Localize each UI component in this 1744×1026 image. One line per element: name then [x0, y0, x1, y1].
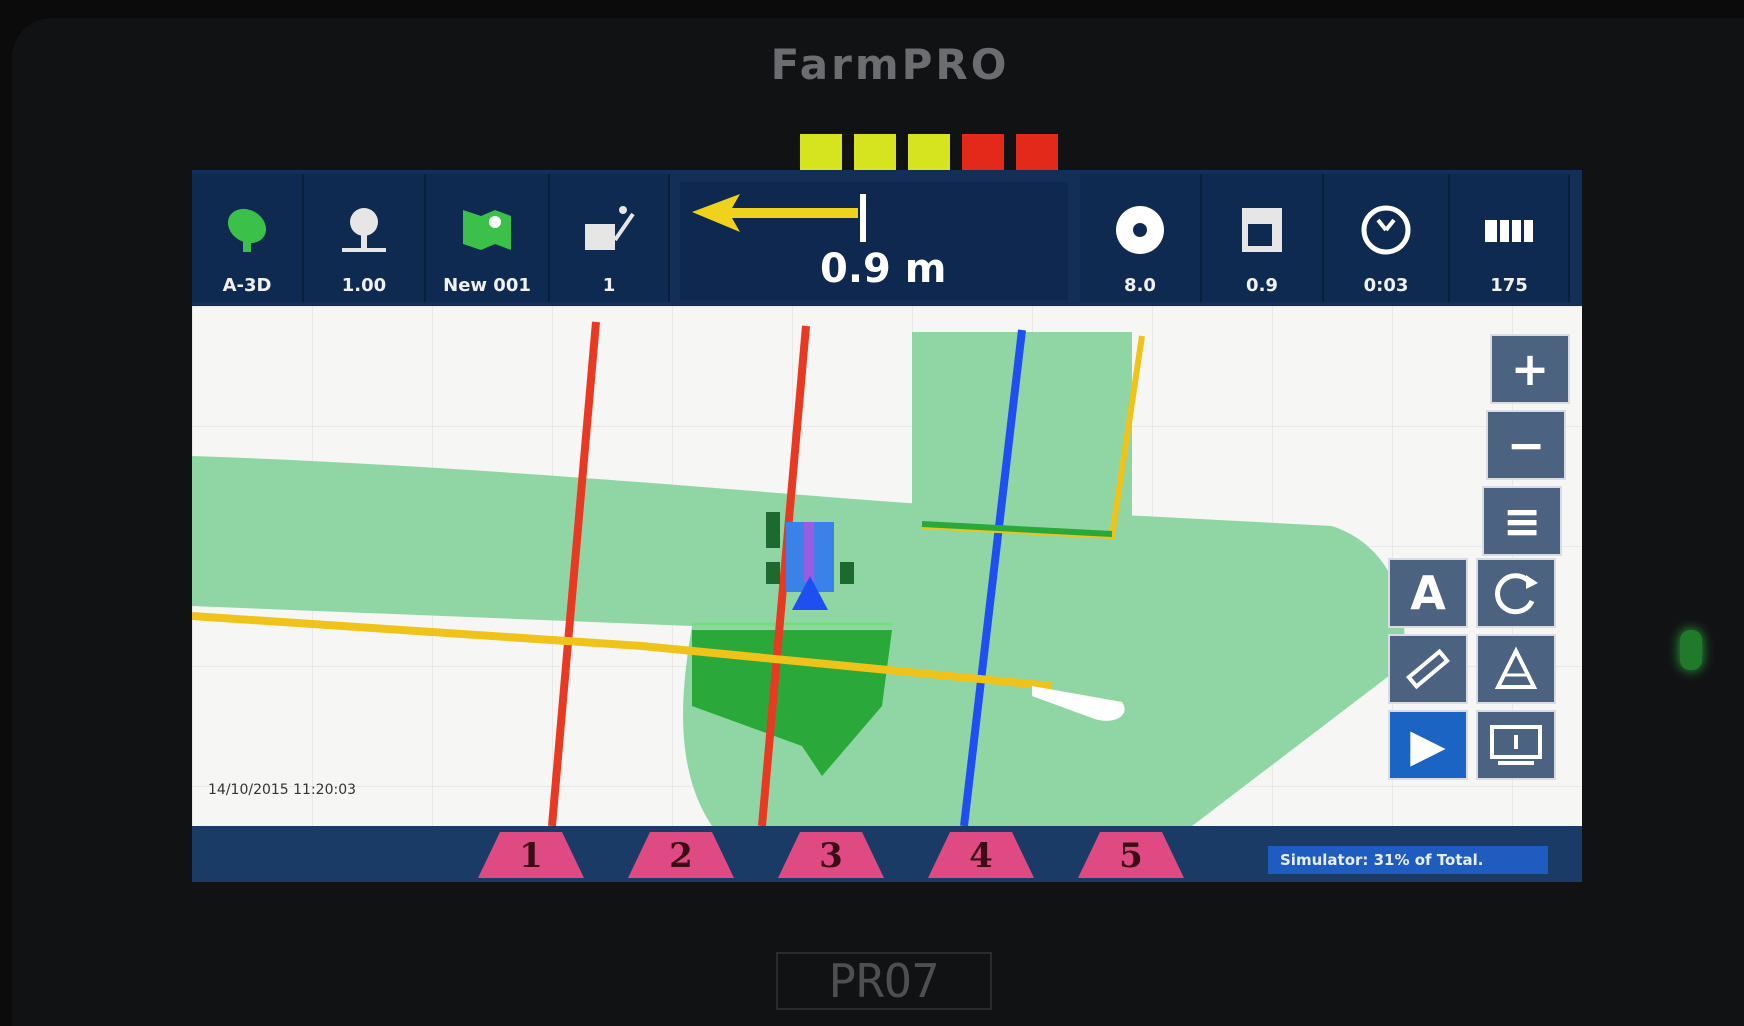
speedometer-icon — [1116, 206, 1164, 254]
timer-icon — [1361, 205, 1411, 255]
section-count-value: 1 — [602, 275, 616, 296]
rotate-icon — [1495, 573, 1538, 615]
status-toolbar: A-3D 1.00 New 001 1 0.9 m 8.0 0.9 0:03 1… — [192, 170, 1582, 306]
section-label: 3 — [819, 836, 843, 876]
row-count-value: 175 — [1490, 275, 1528, 296]
info-panel-button[interactable] — [1476, 710, 1556, 780]
implement-width-value: 1.00 — [341, 275, 387, 296]
zoom-out-button[interactable]: − — [1486, 410, 1566, 480]
section-count-button[interactable]: 1 — [550, 174, 670, 302]
section-label: 2 — [669, 836, 693, 876]
section-label: 1 — [519, 836, 543, 876]
model-label: PRO7 — [776, 952, 992, 1010]
section-control-bar: 1 2 3 4 5 Simulator: 31% of Total. — [192, 826, 1582, 882]
satellite-dish-icon — [227, 208, 267, 252]
speed-button[interactable]: 8.0 — [1080, 174, 1202, 302]
gps-fix-value: A-3D — [222, 275, 272, 296]
auto-steer-button[interactable]: A — [1388, 558, 1468, 628]
timer-value: 0:03 — [1363, 275, 1409, 296]
simulator-status: Simulator: 31% of Total. — [1268, 846, 1548, 874]
zoom-in-button[interactable]: + — [1490, 334, 1570, 404]
implement-sections-icon — [585, 206, 635, 250]
ruler-icon — [1406, 648, 1450, 690]
section-toggle-5[interactable]: 5 — [1076, 830, 1186, 880]
power-led — [1680, 630, 1702, 670]
steer-left-arrow-icon — [692, 194, 866, 242]
guidance-map[interactable]: 14/10/2015 11:20:03 + − ≡ A ▶ — [192, 306, 1582, 826]
section-toggle-2[interactable]: 2 — [626, 830, 736, 880]
perspective-icon — [1494, 646, 1538, 689]
brand-logo: FarmPRO — [770, 40, 1010, 89]
map-timestamp: 14/10/2015 11:20:03 — [208, 782, 357, 798]
crosstrack-indicator: 0.9 m — [680, 182, 1068, 300]
section-label: 5 — [1119, 836, 1143, 876]
timer-button[interactable]: 0:03 — [1324, 174, 1450, 302]
row-counter-button[interactable]: 175 — [1450, 174, 1570, 302]
speed-value: 8.0 — [1124, 275, 1156, 296]
map-canvas — [192, 306, 1582, 826]
section-toggle-4[interactable]: 4 — [926, 830, 1036, 880]
rotate-view-button[interactable] — [1476, 558, 1556, 628]
area-ha-icon — [1242, 208, 1282, 252]
play-button[interactable]: ▶ — [1388, 710, 1468, 780]
area-button[interactable]: 0.9 — [1202, 174, 1324, 302]
width-gauge-icon — [342, 208, 386, 252]
menu-button[interactable]: ≡ — [1482, 486, 1562, 556]
area-value: 0.9 — [1246, 275, 1278, 296]
field-map-icon — [463, 210, 511, 250]
section-toggle-3[interactable]: 3 — [776, 830, 886, 880]
measure-button[interactable] — [1388, 634, 1468, 704]
field-button[interactable]: New 001 — [426, 174, 550, 302]
display-screen: A-3D 1.00 New 001 1 0.9 m 8.0 0.9 0:03 1… — [192, 170, 1582, 882]
row-counter-icon — [1485, 220, 1533, 242]
gps-status-button[interactable]: A-3D — [192, 174, 304, 302]
section-label: 4 — [969, 836, 993, 876]
screen-info-icon — [1490, 725, 1542, 765]
crosstrack-distance: 0.9 m — [820, 246, 947, 292]
section-toggle-1[interactable]: 1 — [476, 830, 586, 880]
perspective-view-button[interactable] — [1476, 634, 1556, 704]
field-name-value: New 001 — [443, 275, 531, 296]
implement-width-button[interactable]: 1.00 — [304, 174, 426, 302]
